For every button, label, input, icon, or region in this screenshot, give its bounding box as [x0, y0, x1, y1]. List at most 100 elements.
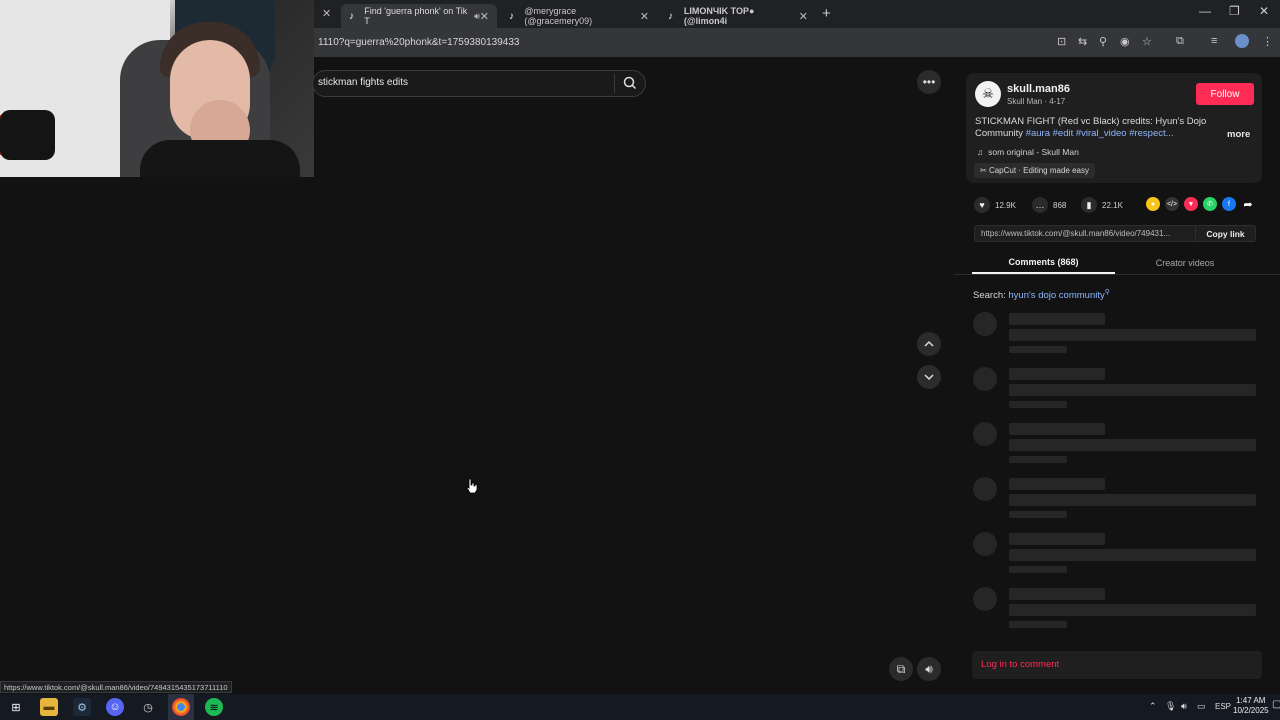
discord-icon[interactable]: ☺: [106, 698, 124, 716]
close-tab-icon[interactable]: ✕: [480, 10, 489, 23]
spotify-icon[interactable]: ≋: [205, 698, 223, 716]
comment-search-suggestion[interactable]: Search: hyun's dojo community⚲: [973, 288, 1110, 301]
embed-icon[interactable]: </>: [1165, 197, 1179, 211]
share-arrow-icon[interactable]: ➦: [1241, 197, 1255, 211]
tab-creator-videos[interactable]: Creator videos: [1115, 252, 1255, 274]
clock-app-icon[interactable]: ◷: [139, 698, 157, 716]
comment-count: 868: [1053, 200, 1067, 210]
language-indicator[interactable]: ESP: [1215, 702, 1231, 711]
login-to-comment-link[interactable]: Log in to comment: [981, 659, 1059, 670]
search-small-icon: ⚲: [1104, 289, 1110, 296]
music-label: som original - Skull Man: [988, 147, 1079, 157]
follow-button[interactable]: Follow: [1196, 83, 1254, 105]
notifications-icon[interactable]: ▢: [1272, 699, 1280, 710]
capcut-chip[interactable]: ✂ CapCut · Editing made easy: [974, 163, 1095, 178]
heart-icon: ♥: [974, 197, 990, 213]
search-icon[interactable]: [621, 74, 639, 92]
capcut-label: CapCut · Editing made easy: [988, 166, 1089, 175]
network-icon[interactable]: ▭: [1197, 701, 1206, 712]
author-subtitle: Skull Man · 4-17: [1007, 97, 1066, 106]
speaker-tray-icon[interactable]: 🔊︎: [1181, 701, 1187, 712]
search-input[interactable]: stickman fights edits: [318, 77, 408, 88]
media-controls-icon[interactable]: ≡: [1211, 35, 1217, 47]
skeleton-line: [1009, 549, 1256, 561]
music-note-icon: ♫: [977, 147, 986, 157]
close-tab-icon[interactable]: ✕: [640, 10, 649, 23]
search-divider: [614, 74, 615, 93]
extensions-icon[interactable]: ⧉: [1176, 35, 1184, 48]
zoom-icon[interactable]: ⚲: [1099, 35, 1107, 48]
webcam-overlay: [0, 0, 314, 177]
file-explorer-icon[interactable]: ▬: [40, 698, 58, 716]
install-app-icon[interactable]: ⊡: [1057, 35, 1066, 48]
more-options-icon[interactable]: •••: [917, 70, 941, 94]
bookmark-icon: ▮: [1081, 197, 1097, 213]
skeleton-line: [1009, 439, 1256, 451]
skeleton-line: [1009, 621, 1067, 628]
save-count: 22.1K: [1102, 200, 1123, 210]
profile-avatar[interactable]: [1235, 34, 1249, 48]
skeleton-avatar: [973, 532, 997, 556]
hand-cursor-icon: [466, 478, 478, 499]
chevron-up-icon[interactable]: [917, 332, 941, 356]
tab-merygrace[interactable]: ♪ @merygrace (@gracemery09) ✕: [501, 4, 657, 28]
author-name[interactable]: skull.man86: [1007, 83, 1070, 95]
like-button[interactable]: ♥ 12.9K: [974, 197, 1016, 213]
close-tab-icon[interactable]: ✕: [322, 7, 331, 20]
eye-off-icon[interactable]: ◉: [1120, 35, 1130, 48]
menu-icon[interactable]: ⋮: [1262, 35, 1273, 48]
tiktok-icon: ♪: [509, 10, 514, 22]
taskbar-clock[interactable]: 1:47 AM 10/2/2025: [1233, 696, 1269, 716]
microphone-icon[interactable]: 🎙︎: [1165, 701, 1176, 712]
restore-icon[interactable]: ❐: [1229, 4, 1240, 18]
minimize-icon[interactable]: —: [1199, 4, 1211, 18]
tab-label: @merygrace (@gracemery09): [524, 6, 593, 26]
volume-icon[interactable]: 🔊︎: [917, 657, 941, 681]
close-window-icon[interactable]: ✕: [1259, 4, 1269, 18]
music-row[interactable]: ♫ som original - Skull Man: [977, 147, 1079, 157]
search-term[interactable]: hyun's dojo community: [1008, 290, 1104, 301]
translate-icon[interactable]: ⇆: [1078, 35, 1087, 48]
steam-icon[interactable]: ⚙: [73, 698, 91, 716]
chevron-down-icon[interactable]: [917, 365, 941, 389]
whatsapp-icon[interactable]: ✆: [1203, 197, 1217, 211]
tray-chevron-up-icon[interactable]: ⌃: [1149, 701, 1157, 712]
post-description: STICKMAN FIGHT (Red vc Black) credits: H…: [975, 116, 1220, 140]
skeleton-line: [1009, 494, 1256, 506]
skeleton-avatar: [973, 477, 997, 501]
facebook-icon[interactable]: f: [1222, 197, 1236, 211]
video-link-field[interactable]: https://www.tiktok.com/@skull.man86/vide…: [974, 225, 1196, 242]
skeleton-line: [1009, 566, 1067, 573]
capcut-icon: ✂: [980, 166, 989, 175]
skeleton-line: [1009, 329, 1256, 341]
comment-button[interactable]: … 868: [1032, 197, 1066, 213]
tab-comments[interactable]: Comments (868): [972, 252, 1115, 274]
tiktok-icon: ♪: [668, 10, 673, 22]
skeleton-line: [1009, 423, 1105, 435]
close-tab-icon[interactable]: ✕: [799, 10, 808, 23]
url-text[interactable]: 1110?q=guerra%20phonk&t=1759380139433: [318, 37, 519, 48]
more-link[interactable]: more: [1227, 129, 1250, 140]
tab-tiktok-search[interactable]: ♪ Find 'guerra phonk' on Tik T 🔊︎ ✕: [341, 4, 497, 28]
skeleton-line: [1009, 511, 1067, 518]
coin-icon[interactable]: ●: [1146, 197, 1160, 211]
picture-in-picture-icon[interactable]: ⧉: [889, 657, 913, 681]
hashtags[interactable]: #aura #edit #viral_video #respect...: [1026, 128, 1174, 139]
new-tab-icon[interactable]: +: [822, 5, 831, 22]
bookmark-star-icon[interactable]: ☆: [1142, 35, 1152, 48]
skeleton-avatar: [973, 422, 997, 446]
skeleton-line: [1009, 533, 1105, 545]
skeleton-avatar: [973, 587, 997, 611]
skeleton-line: [1009, 401, 1067, 408]
search-prefix: Search:: [973, 290, 1006, 302]
tab-limonchik[interactable]: ♪ LIMONЧIK TOP● (@limon4i ✕: [660, 4, 816, 28]
chrome-icon[interactable]: [172, 698, 190, 716]
skeleton-line: [1009, 346, 1067, 353]
skeleton-line: [1009, 604, 1256, 616]
windows-start-icon[interactable]: ⊞: [7, 698, 25, 716]
skeleton-avatar: [973, 312, 997, 336]
copy-link-button[interactable]: Copy link: [1196, 225, 1256, 242]
author-avatar[interactable]: ☠︎: [975, 81, 1001, 107]
send-icon[interactable]: ▼: [1184, 197, 1198, 211]
save-button[interactable]: ▮ 22.1K: [1081, 197, 1123, 213]
